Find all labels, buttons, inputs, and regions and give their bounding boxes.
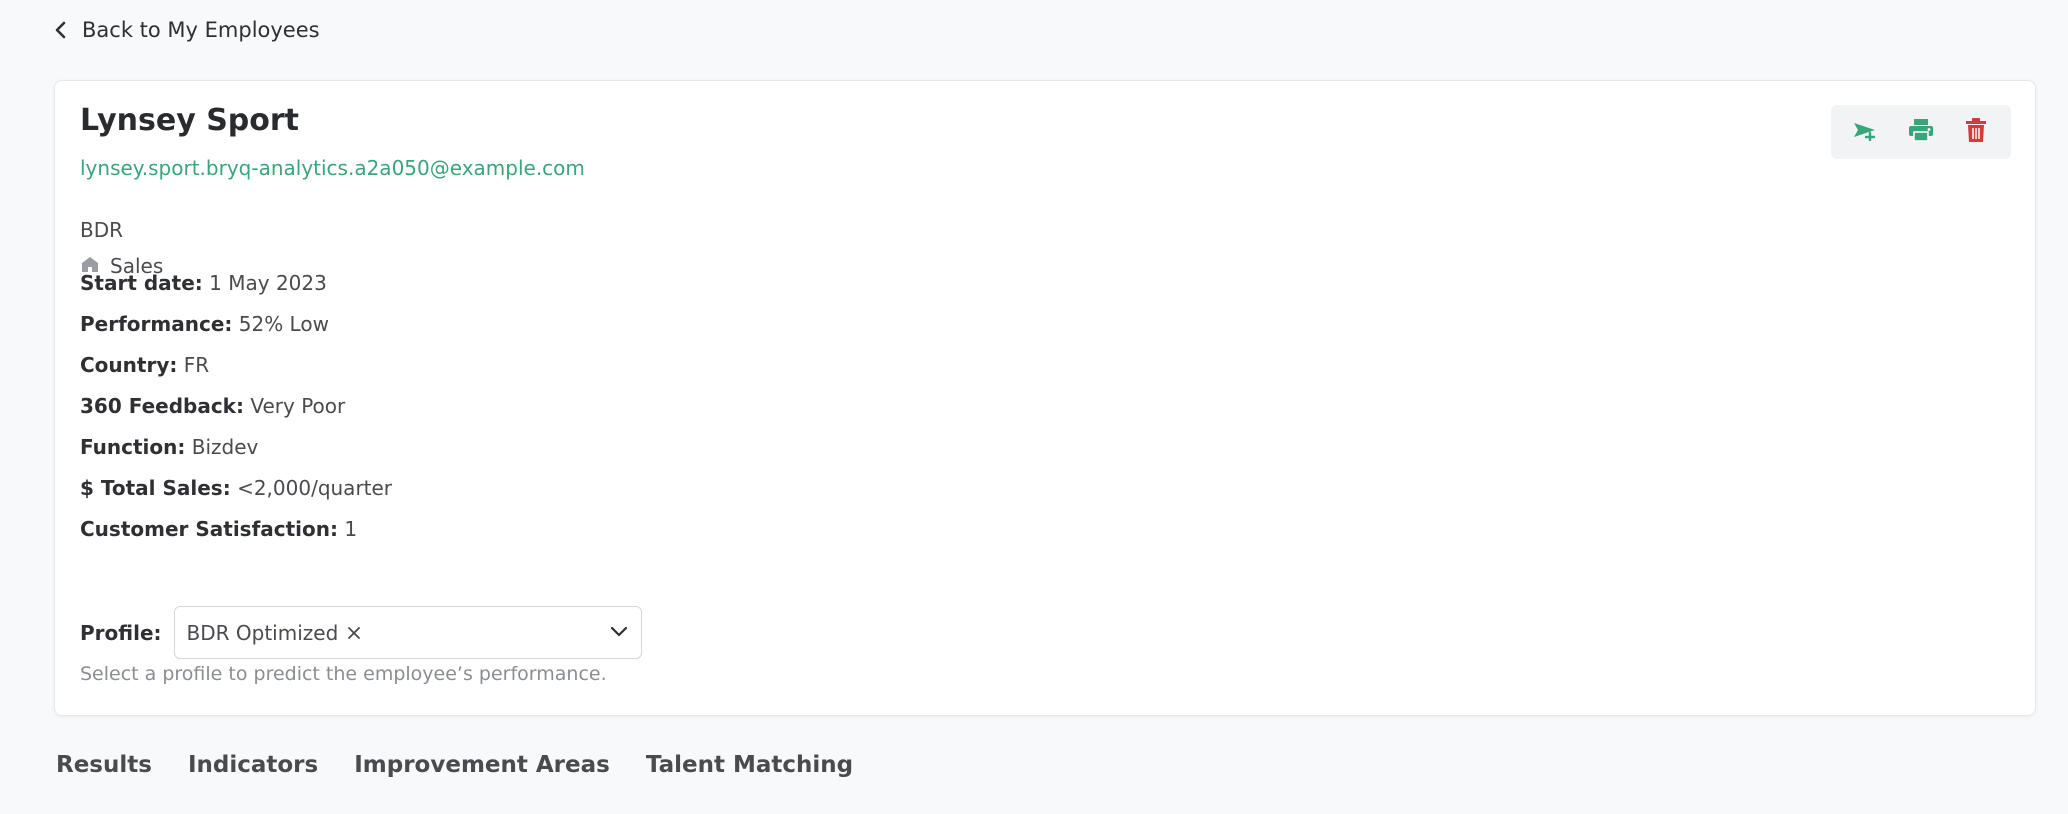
detail-label: Start date: — [80, 271, 203, 295]
detail-label: Performance: — [80, 312, 233, 336]
delete-button[interactable] — [1956, 112, 1996, 152]
detail-label: Function: — [80, 435, 186, 459]
action-toolbar — [1831, 105, 2011, 159]
employee-email-link[interactable]: lynsey.sport.bryq-analytics.a2a050@examp… — [80, 156, 585, 180]
profile-row: Profile: BDR Optimized — [80, 606, 642, 659]
employee-role: BDR — [80, 218, 124, 242]
employee-tabs: Results Indicators Improvement Areas Tal… — [56, 752, 853, 778]
detail-value: 1 May 2023 — [209, 271, 327, 295]
send-invite-button[interactable] — [1846, 112, 1886, 152]
employee-card: Lynsey Sport lynsey.sport.bryq-analytics… — [54, 80, 2036, 716]
detail-label: 360 Feedback: — [80, 394, 244, 418]
detail-performance: Performance: 52% Low — [80, 312, 329, 336]
back-to-employees-link[interactable]: Back to My Employees — [54, 18, 320, 42]
detail-value: 52% Low — [238, 312, 329, 336]
detail-country: Country: FR — [80, 353, 209, 377]
tab-indicators[interactable]: Indicators — [188, 752, 318, 778]
profile-select[interactable]: BDR Optimized — [173, 606, 642, 659]
tab-results[interactable]: Results — [56, 752, 152, 778]
detail-start-date: Start date: 1 May 2023 — [80, 271, 327, 295]
detail-360-feedback: 360 Feedback: Very Poor — [80, 394, 345, 418]
back-link-label: Back to My Employees — [82, 18, 320, 42]
print-button[interactable] — [1901, 112, 1941, 152]
detail-label: $ Total Sales: — [80, 476, 231, 500]
trash-icon — [1965, 117, 1987, 147]
send-plus-icon — [1853, 119, 1879, 145]
chevron-left-icon — [54, 20, 68, 40]
detail-value: Very Poor — [250, 394, 346, 418]
profile-label: Profile: — [80, 620, 162, 645]
detail-value: Bizdev — [191, 435, 259, 459]
detail-value: <2,000/quarter — [237, 476, 393, 500]
detail-customer-satisfaction: Customer Satisfaction: 1 — [80, 517, 357, 541]
close-icon[interactable] — [346, 625, 362, 641]
detail-total-sales: $ Total Sales: <2,000/quarter — [80, 476, 392, 500]
detail-value: FR — [183, 353, 210, 377]
printer-icon — [1908, 118, 1934, 146]
profile-selected-value: BDR Optimized — [186, 620, 339, 645]
employee-name: Lynsey Sport — [80, 103, 300, 138]
detail-function: Function: Bizdev — [80, 435, 258, 459]
chevron-down-icon[interactable] — [609, 623, 629, 642]
detail-value: 1 — [344, 517, 358, 541]
profile-help-text: Select a profile to predict the employee… — [80, 663, 607, 685]
profile-chip: BDR Optimized — [187, 621, 363, 645]
tab-talent-matching[interactable]: Talent Matching — [646, 752, 853, 778]
tab-improvement-areas[interactable]: Improvement Areas — [354, 752, 610, 778]
detail-label: Customer Satisfaction: — [80, 517, 339, 541]
detail-label: Country: — [80, 353, 178, 377]
